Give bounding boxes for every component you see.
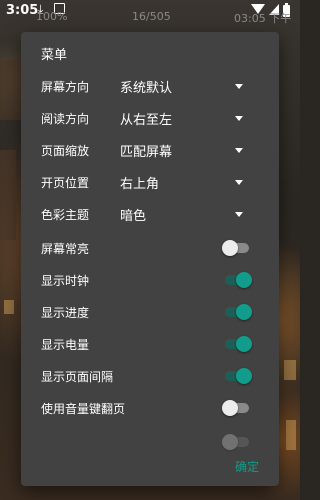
setting-show-clock[interactable]: 显示时钟 xyxy=(21,264,279,296)
dropdown-arrow-icon[interactable] xyxy=(235,180,243,185)
show-battery-toggle[interactable] xyxy=(223,336,252,352)
dropdown-arrow-icon[interactable] xyxy=(235,116,243,121)
switch-thumb xyxy=(236,336,252,352)
switch-thumb xyxy=(236,272,252,288)
reader-zoom: 100% xyxy=(36,10,68,23)
show-page-gap-toggle[interactable] xyxy=(223,368,252,384)
setting-value[interactable]: 从右至左 xyxy=(120,109,172,128)
setting-reading-direction[interactable]: 阅读方向 从右至左 xyxy=(21,102,279,134)
background-artwork xyxy=(0,60,22,120)
switch-thumb xyxy=(222,434,238,450)
setting-value[interactable]: 系统默认 xyxy=(120,77,172,96)
background-artwork xyxy=(0,150,16,240)
setting-value[interactable]: 右上角 xyxy=(120,173,159,192)
settings-list[interactable]: 屏幕方向 系统默认 阅读方向 从右至左 页面缩放 匹配屏幕 开页位置 右上角 色… xyxy=(21,70,279,454)
confirm-button[interactable]: 确定 xyxy=(235,458,259,475)
setting-screen-orientation[interactable]: 屏幕方向 系统默认 xyxy=(21,70,279,102)
background-artwork xyxy=(4,300,14,314)
setting-label: 使用音量键翻页 xyxy=(41,402,126,416)
dropdown-arrow-icon[interactable] xyxy=(235,84,243,89)
partial-setting-toggle[interactable] xyxy=(222,434,251,450)
setting-show-battery[interactable]: 显示电量 xyxy=(21,328,279,360)
show-clock-toggle[interactable] xyxy=(223,272,252,288)
status-time: 3:05 xyxy=(6,3,39,18)
background-artwork xyxy=(286,420,296,450)
settings-menu-dialog: 菜单 屏幕方向 系统默认 阅读方向 从右至左 页面缩放 匹配屏幕 开页位置 右上… xyxy=(21,32,279,486)
dialog-title: 菜单 xyxy=(41,48,68,63)
setting-color-theme[interactable]: 色彩主题 暗色 xyxy=(21,198,279,230)
setting-label: 显示进度 xyxy=(41,306,90,320)
reader-page-number: 16/505 xyxy=(132,10,171,23)
reader-clock: 03:05 下午 xyxy=(234,12,292,25)
switch-thumb xyxy=(236,368,252,384)
volume-key-paging-toggle[interactable] xyxy=(222,400,251,416)
switch-thumb xyxy=(236,304,252,320)
setting-partially-visible[interactable] xyxy=(21,434,279,454)
setting-start-position[interactable]: 开页位置 右上角 xyxy=(21,166,279,198)
setting-show-progress[interactable]: 显示进度 xyxy=(21,296,279,328)
setting-label: 色彩主题 xyxy=(41,208,90,222)
setting-label: 阅读方向 xyxy=(41,112,90,126)
keep-screen-on-toggle[interactable] xyxy=(222,240,251,256)
show-progress-toggle[interactable] xyxy=(223,304,252,320)
setting-page-scaling[interactable]: 页面缩放 匹配屏幕 xyxy=(21,134,279,166)
setting-label: 开页位置 xyxy=(41,176,90,190)
setting-label: 屏幕常亮 xyxy=(41,242,90,256)
setting-label: 屏幕方向 xyxy=(41,80,90,94)
setting-value[interactable]: 暗色 xyxy=(120,205,146,224)
setting-show-page-gap[interactable]: 显示页面间隔 xyxy=(21,360,279,392)
setting-label: 显示时钟 xyxy=(41,274,90,288)
setting-value[interactable]: 匹配屏幕 xyxy=(120,141,172,160)
setting-volume-key-paging[interactable]: 使用音量键翻页 xyxy=(21,392,279,424)
switch-thumb xyxy=(222,240,238,256)
dropdown-arrow-icon[interactable] xyxy=(235,212,243,217)
setting-keep-screen-on[interactable]: 屏幕常亮 xyxy=(21,232,279,264)
background-artwork xyxy=(284,360,296,380)
setting-label: 显示电量 xyxy=(41,338,90,352)
dropdown-arrow-icon[interactable] xyxy=(235,148,243,153)
switch-thumb xyxy=(222,400,238,416)
setting-label: 显示页面间隔 xyxy=(41,370,114,384)
setting-label: 页面缩放 xyxy=(41,144,90,158)
